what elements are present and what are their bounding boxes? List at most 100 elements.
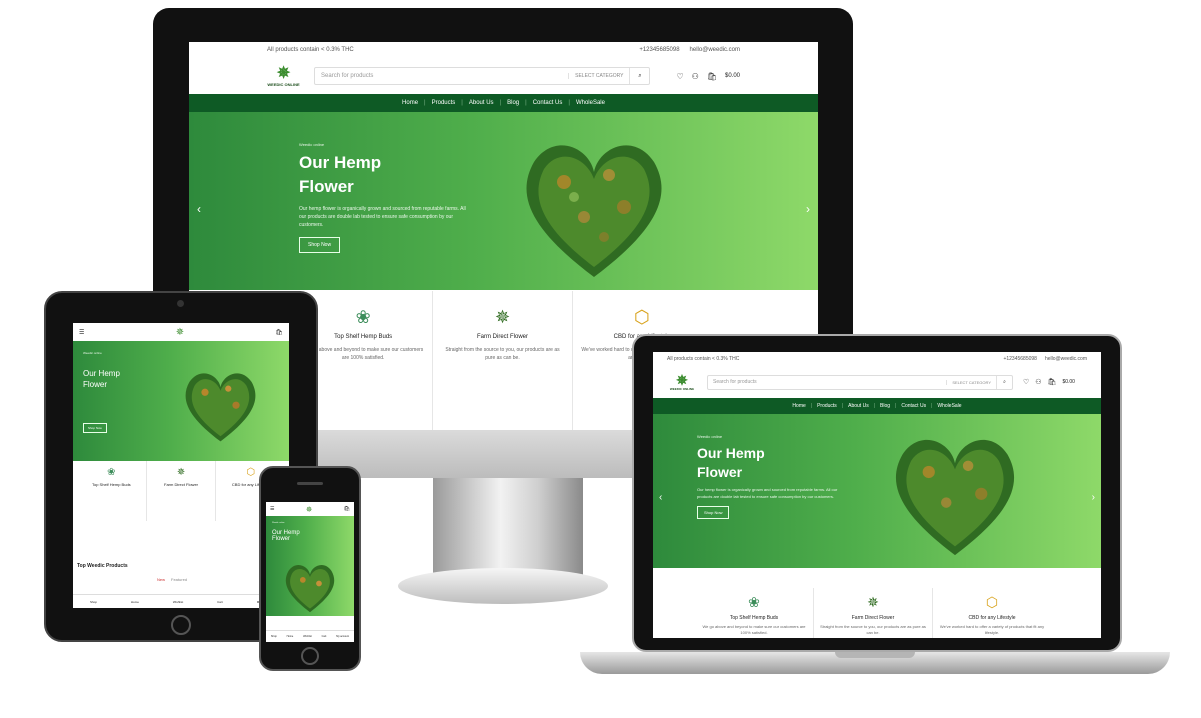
site-logo[interactable]: ✵ WEEDIC ONLINE <box>267 65 300 87</box>
feature-card: ✵ Farm Direct Flower Straight from the s… <box>814 588 933 638</box>
topbar-notice: All products contain < 0.3% THC <box>267 47 354 53</box>
mobile-nav-cart[interactable]: Cart <box>217 600 223 604</box>
tablet-camera <box>177 300 184 307</box>
account-user-icon[interactable]: ⚇ <box>1035 378 1041 386</box>
hero-title-1: Our Hemp <box>697 445 765 461</box>
account-user-icon[interactable]: ⚇ <box>692 72 699 81</box>
tab-featured[interactable]: Featured <box>171 577 187 582</box>
feature-title: Top Shelf Hemp Buds <box>729 615 779 621</box>
tablet-features: ❀ Top Shelf Hemp Buds ✵ Farm Direct Flow… <box>77 461 285 521</box>
search-input[interactable]: Search for products <box>708 379 946 385</box>
feature-card: ✵ Farm Direct Flower Straight from the s… <box>433 291 573 430</box>
menu-hamburger-icon[interactable]: ☰ <box>270 506 274 512</box>
nav-about[interactable]: About Us <box>848 403 869 409</box>
mobile-nav-home[interactable]: Home <box>131 600 139 604</box>
tablet-hero: Weedic online Our Hemp Flower Shop Now <box>73 341 289 461</box>
mobile-nav-wishlist[interactable]: Wishlist <box>173 600 183 604</box>
hemp-heart-image <box>285 564 335 613</box>
email-link[interactable]: hello@weedic.com <box>690 47 740 53</box>
prev-arrow-icon[interactable]: ‹ <box>197 202 201 216</box>
hemp-leaf-icon: ✵ <box>867 594 879 610</box>
tablet-home-button <box>171 615 191 635</box>
feature-title: CBD for any Lifestyle <box>968 615 1016 621</box>
cart-total[interactable]: $0.00 <box>725 73 740 79</box>
topbar: All products contain < 0.3% THC +1234568… <box>189 42 818 58</box>
cannabis-leaf-logo-icon[interactable]: ✵ <box>176 327 184 338</box>
nav-home[interactable]: Home <box>402 100 418 106</box>
feature-title: Top Shelf Hemp Buds <box>91 482 131 487</box>
hero-title-2: Flower <box>83 380 108 389</box>
shop-now-button[interactable]: Shop Now <box>83 423 107 433</box>
main-nav: Home | Products | About Us | Blog | Contact … <box>653 398 1101 414</box>
shop-now-button[interactable]: Shop Now <box>299 237 341 253</box>
search-icon: ⌕ <box>638 72 642 79</box>
search-bar: Search for products SELECT CATEGORY ⌕ <box>707 374 1013 390</box>
wishlist-heart-icon[interactable]: ♡ <box>676 72 683 81</box>
feature-title: Farm Direct Flower <box>851 615 895 621</box>
site-logo[interactable]: ✵ WEEDIC ONLINE <box>667 373 697 391</box>
phone-home-button <box>301 647 319 665</box>
nav-wholesale[interactable]: WholeSale <box>576 100 605 106</box>
mobile-nav-wishlist[interactable]: Wishlist <box>303 635 312 638</box>
tablet-site: ☰ ✵ 🛍 Weedic online Our Hemp Flower Shop… <box>73 323 289 608</box>
mobile-nav-shop[interactable]: Shop <box>90 600 97 604</box>
laptop-screen: All products contain < 0.3% THC +1234568… <box>653 352 1101 638</box>
cart-icon[interactable]: 🛍 <box>275 329 283 336</box>
header-icons: ♡ ⚇ 🛍 $0.00 <box>1023 378 1075 386</box>
cart-icon[interactable]: 🛍 <box>707 72 717 81</box>
email-link[interactable]: hello@weedic.com <box>1045 356 1087 362</box>
cart-total[interactable]: $0.00 <box>1062 379 1075 385</box>
nav-about[interactable]: About Us <box>469 100 494 106</box>
cart-icon[interactable]: 🛍 <box>344 506 350 512</box>
category-select[interactable]: SELECT CATEGORY <box>946 379 996 385</box>
hero-title-2: Flower <box>272 536 291 542</box>
cbd-molecule-icon: ⬡ <box>633 307 650 327</box>
search-button[interactable]: ⌕ <box>629 68 649 84</box>
feature-title: Farm Direct Flower <box>476 334 528 340</box>
nav-contact[interactable]: Contact Us <box>901 403 926 409</box>
nav-blog[interactable]: Blog <box>507 100 519 106</box>
mobile-nav-home[interactable]: Home <box>287 635 294 638</box>
cannabis-leaf-logo-icon[interactable]: ✵ <box>306 505 313 514</box>
menu-hamburger-icon[interactable]: ☰ <box>79 329 84 336</box>
phone-link[interactable]: +12345685098 <box>1003 356 1037 362</box>
nav-products[interactable]: Products <box>432 100 456 106</box>
product-tabs: New Featured <box>157 577 187 582</box>
search-icon: ⌕ <box>1003 379 1006 385</box>
cannabis-leaf-logo-icon: ✵ <box>676 372 688 388</box>
search-input[interactable]: Search for products <box>315 73 568 79</box>
monitor-stand-base <box>398 568 608 604</box>
nav-home[interactable]: Home <box>792 403 805 409</box>
search-button[interactable]: ⌕ <box>996 375 1012 389</box>
phone-link[interactable]: +12345685098 <box>639 47 679 53</box>
mobile-nav-account[interactable]: My account <box>336 635 349 638</box>
nav-blog[interactable]: Blog <box>880 403 890 409</box>
phone-header: ☰ ✵ 🛍 <box>266 502 354 516</box>
header-icons: ♡ ⚇ 🛍 $0.00 <box>676 72 740 81</box>
feature-desc: We've worked hard to offer a variety of … <box>939 624 1045 635</box>
bud-mascot-icon: ❀ <box>107 467 116 478</box>
phone-speaker <box>297 482 323 485</box>
hero-kicker: Weedic online <box>697 434 723 439</box>
phone-hero: Weedic online Our Hemp Flower <box>266 516 354 616</box>
mobile-nav-shop[interactable]: Shop <box>271 635 277 638</box>
hero-slider: ‹ › Weedic online Our Hemp Flower Our he… <box>653 414 1101 568</box>
tab-new[interactable]: New <box>157 577 165 582</box>
topbar: All products contain < 0.3% THC +1234568… <box>653 352 1101 366</box>
category-select[interactable]: SELECT CATEGORY <box>568 73 629 79</box>
nav-contact[interactable]: Contact Us <box>533 100 563 106</box>
prev-arrow-icon[interactable]: ‹ <box>659 492 662 503</box>
next-arrow-icon[interactable]: › <box>1092 492 1095 503</box>
cart-icon[interactable]: 🛍 <box>1048 378 1057 386</box>
next-arrow-icon[interactable]: › <box>806 202 810 216</box>
hemp-heart-image <box>895 439 1015 556</box>
wishlist-heart-icon[interactable]: ♡ <box>1023 378 1029 386</box>
nav-wholesale[interactable]: WholeSale <box>937 403 961 409</box>
phone-site: ☰ ✵ 🛍 Weedic online Our Hemp Flower Shop <box>266 502 354 642</box>
mobile-nav-cart[interactable]: Cart <box>322 635 327 638</box>
nav-products[interactable]: Products <box>817 403 837 409</box>
hero-slider: ‹ › Weedic online Our Hemp Flower Our he… <box>189 112 818 290</box>
shop-now-button[interactable]: Shop Now <box>697 506 730 519</box>
section-title: Top Weedic Products <box>77 563 128 569</box>
monitor-stand-neck <box>433 478 583 578</box>
